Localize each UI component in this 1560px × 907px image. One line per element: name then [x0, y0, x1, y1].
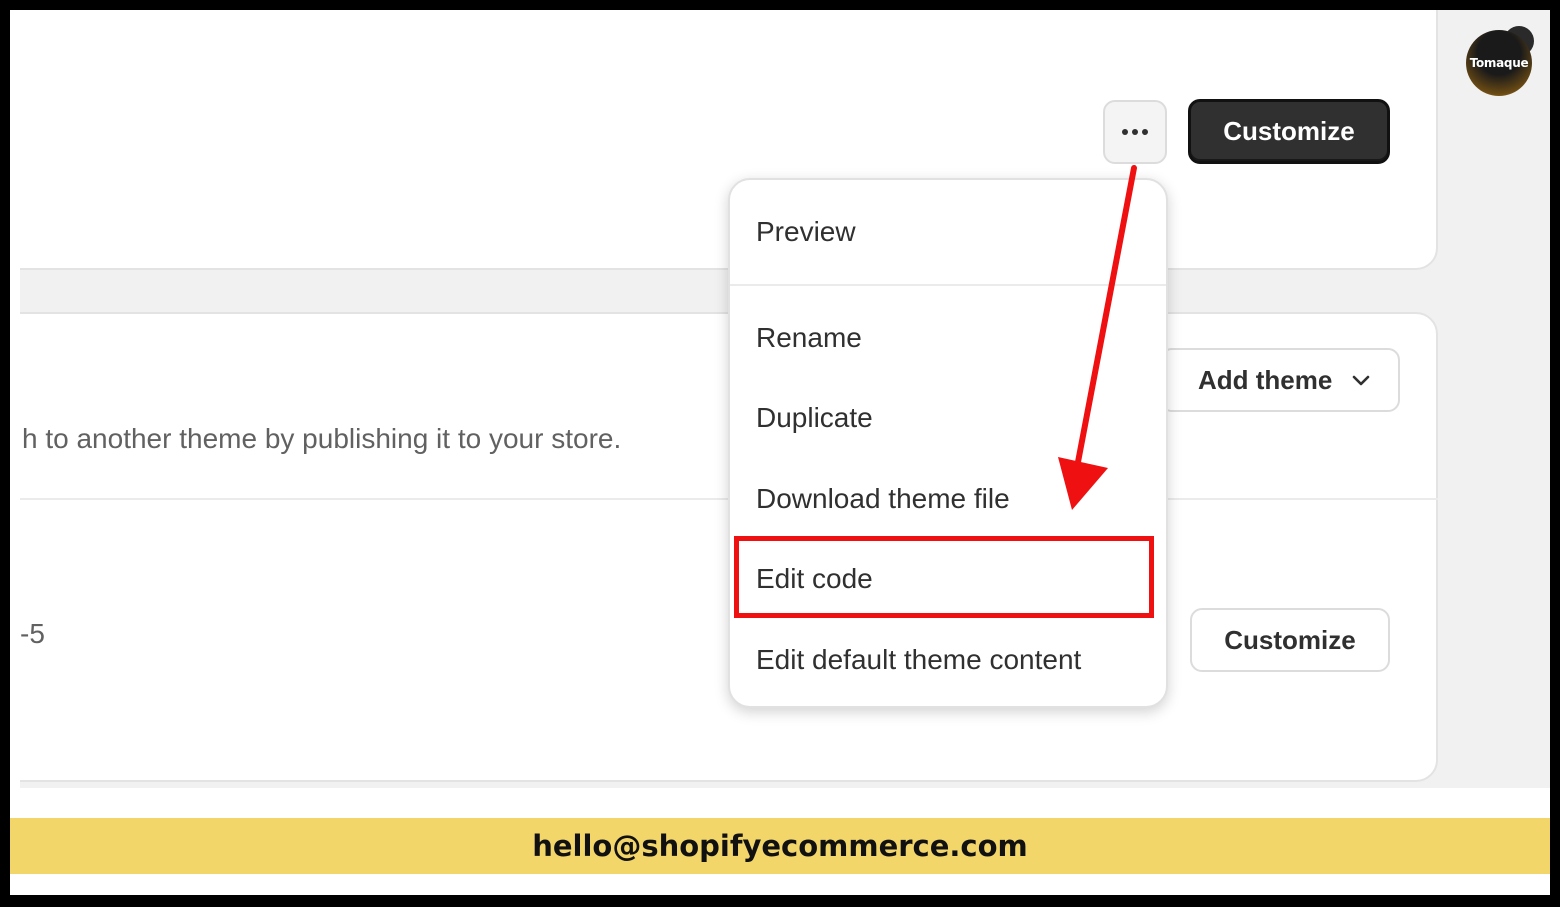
- menu-separator: [730, 284, 1166, 286]
- shopify-themes-page: Customize Add theme h to another theme b…: [20, 10, 1550, 788]
- more-dot-icon: [1142, 129, 1148, 135]
- menu-item-preview[interactable]: Preview: [756, 216, 856, 248]
- add-theme-label: Add theme: [1198, 364, 1333, 395]
- menu-item-duplicate[interactable]: Duplicate: [756, 402, 873, 434]
- contact-email[interactable]: hello@shopifyecommerce.com: [532, 829, 1028, 863]
- theme-version-text: -5: [20, 618, 45, 649]
- logo-disc: Tomaque: [1466, 30, 1532, 96]
- theme-library-description: h to another theme by publishing it to y…: [22, 423, 622, 454]
- customize-button-primary[interactable]: Customize: [1188, 99, 1390, 164]
- more-dot-icon: [1132, 129, 1138, 135]
- customize-button-secondary[interactable]: Customize: [1190, 608, 1390, 672]
- more-dot-icon: [1122, 129, 1128, 135]
- chevron-down-icon: [1353, 375, 1370, 386]
- brand-logo: Tomaque: [1466, 26, 1536, 96]
- more-actions-menu: Preview Rename Duplicate Download theme …: [728, 178, 1168, 708]
- more-actions-button[interactable]: [1103, 100, 1167, 164]
- add-theme-button[interactable]: Add theme: [1160, 348, 1400, 412]
- contact-footer-bar: hello@shopifyecommerce.com: [10, 818, 1550, 874]
- edit-code-highlight-box: [734, 536, 1154, 618]
- menu-item-download-theme-file[interactable]: Download theme file: [756, 483, 1010, 515]
- logo-text: Tomaque: [1469, 56, 1529, 70]
- menu-item-rename[interactable]: Rename: [756, 322, 862, 354]
- menu-item-edit-default-theme-content[interactable]: Edit default theme content: [756, 644, 1081, 676]
- screenshot-frame: Customize Add theme h to another theme b…: [10, 10, 1550, 895]
